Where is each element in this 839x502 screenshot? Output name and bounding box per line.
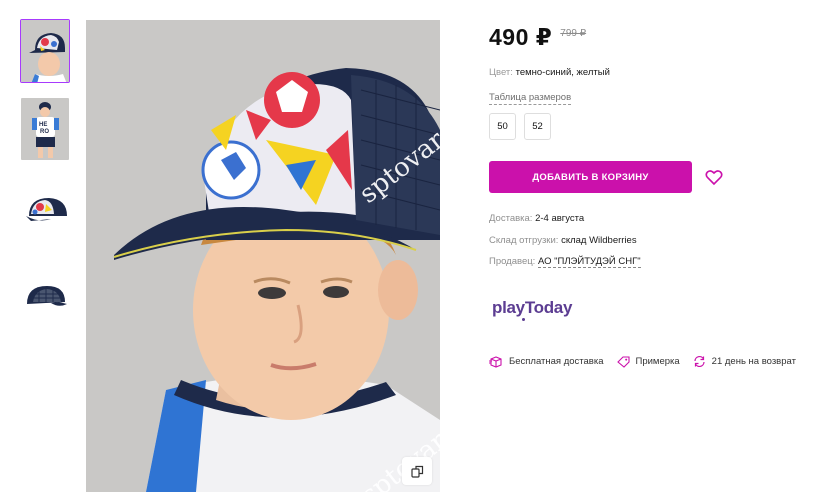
delivery-value: 2-4 августа <box>535 213 585 224</box>
color-info: Цвет: темно-синий, желтый <box>489 67 610 78</box>
svg-text:HE: HE <box>39 122 47 128</box>
zoom-button[interactable] <box>402 457 432 485</box>
current-price: 490 ₽ <box>489 24 553 50</box>
thumbnail-3[interactable] <box>20 185 70 249</box>
brand-logo[interactable]: playToday <box>492 298 572 318</box>
feature-label: Бесплатная доставка <box>509 356 604 367</box>
main-product-photo[interactable]: sptovarov sptovarov <box>86 20 440 492</box>
seller-info: Продавец: АО "ПЛЭЙТУДЭЙ СНГ" <box>489 256 641 268</box>
brand-logo-dot <box>522 318 525 321</box>
price-row: 490 ₽ 799 ₽ <box>489 24 586 51</box>
delivery-label: Доставка: <box>489 213 533 224</box>
color-label: Цвет: <box>489 67 513 78</box>
seller-link[interactable]: АО "ПЛЭЙТУДЭЙ СНГ" <box>537 256 641 268</box>
size-option-52[interactable]: 52 <box>524 113 551 140</box>
add-to-cart-button[interactable]: ДОБАВИТЬ В КОРЗИНУ <box>489 161 692 193</box>
thumbnail-4[interactable] <box>20 271 70 335</box>
old-price: 799 ₽ <box>560 28 587 39</box>
box-icon <box>489 355 502 368</box>
color-value: темно-синий, желтый <box>515 67 610 78</box>
warehouse-label: Склад отгрузки: <box>489 235 559 246</box>
svg-text:RO: RO <box>40 129 49 135</box>
thumbnail-2[interactable]: HE RO <box>20 97 70 161</box>
size-table-link[interactable]: Таблица размеров <box>489 92 572 105</box>
feature-label: Примерка <box>635 356 680 367</box>
tag-icon <box>616 355 630 368</box>
size-selector: 50 52 <box>489 113 551 140</box>
size-option-50[interactable]: 50 <box>489 113 516 140</box>
delivery-info: Доставка: 2-4 августа <box>489 213 584 224</box>
return-arrows-icon <box>694 355 705 368</box>
heart-icon[interactable] <box>705 169 723 186</box>
feature-label: 21 день на возврат <box>711 356 796 367</box>
feature-fitting: Примерка <box>616 355 680 368</box>
warehouse-info: Склад отгрузки: склад Wildberries <box>489 235 637 246</box>
feature-return: 21 день на возврат <box>693 355 796 368</box>
copy-icon <box>410 465 423 478</box>
feature-free-delivery: Бесплатная доставка <box>489 355 604 368</box>
features-list: Бесплатная доставка Примерка 21 день на … <box>489 355 809 368</box>
seller-label: Продавец: <box>489 256 536 267</box>
thumbnail-1[interactable] <box>20 19 70 83</box>
warehouse-value: склад Wildberries <box>561 235 637 246</box>
